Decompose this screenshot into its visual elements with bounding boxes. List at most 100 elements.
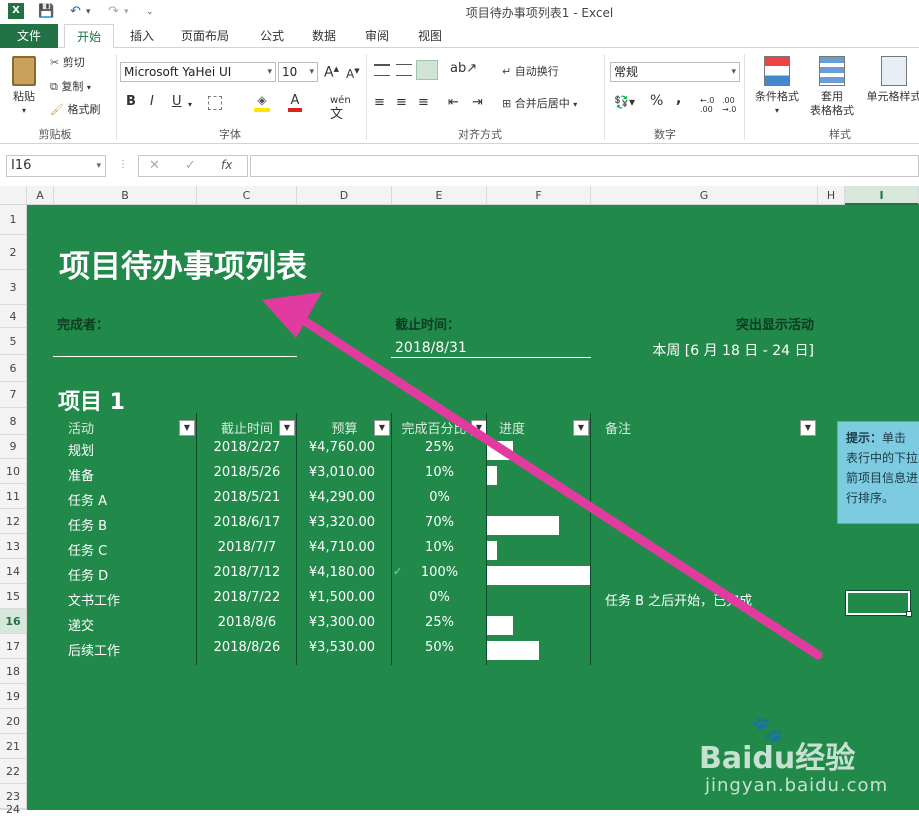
percent-complete-cell[interactable]: 50% xyxy=(392,640,487,655)
row-header[interactable]: 8 xyxy=(0,408,26,435)
row-header[interactable]: 10 xyxy=(0,459,26,484)
orientation-icon[interactable]: ab↗ xyxy=(450,62,477,76)
wrap-text-button[interactable]: ↵ 自动换行 xyxy=(502,65,559,79)
budget-cell[interactable]: ¥1,500.00 xyxy=(292,590,392,605)
tab-file[interactable]: 文件 xyxy=(0,24,58,48)
budget-cell[interactable]: ¥3,320.00 xyxy=(292,515,392,530)
increase-decimal-icon[interactable]: ←.0.00 xyxy=(700,96,714,114)
tab-insert[interactable]: 插入 xyxy=(120,24,164,48)
column-header[interactable]: H xyxy=(818,186,845,205)
due-date-cell[interactable]: 2018/6/17 xyxy=(197,515,297,530)
budget-cell[interactable]: ¥4,290.00 xyxy=(292,490,392,505)
tab-review[interactable]: 审阅 xyxy=(355,24,399,48)
select-all-corner[interactable] xyxy=(0,186,27,205)
name-box[interactable]: I16 ▾ xyxy=(6,155,106,177)
cut-button[interactable]: ✂ 剪切 xyxy=(50,56,85,70)
comma-button[interactable]: , xyxy=(676,92,681,106)
column-header[interactable]: A xyxy=(27,186,54,205)
column-header[interactable]: G xyxy=(591,186,818,205)
decrease-indent-icon[interactable]: ⇤ xyxy=(448,96,459,110)
decrease-decimal-icon[interactable]: .00 →.0 xyxy=(722,96,736,114)
column-header-selected[interactable]: I xyxy=(845,186,919,205)
row-header[interactable]: 12 xyxy=(0,509,26,534)
row-header[interactable]: 17 xyxy=(0,634,26,659)
percent-complete-cell[interactable]: 0% xyxy=(392,590,487,605)
percent-complete-cell[interactable]: 25% xyxy=(392,440,487,455)
paste-button[interactable]: 粘贴 ▾ xyxy=(8,54,40,120)
phonetic-icon[interactable]: wén 文 xyxy=(330,94,351,123)
tab-home[interactable]: 开始 xyxy=(64,24,114,49)
filter-dropdown-icon[interactable]: ▼ xyxy=(374,420,390,436)
format-painter-button[interactable]: 🖌 格式刷 xyxy=(50,103,100,117)
due-date-cell[interactable]: 2018/7/7 xyxy=(197,540,297,555)
font-color-icon[interactable]: A xyxy=(288,94,302,112)
percent-complete-cell[interactable]: 0% xyxy=(392,490,487,505)
number-format-combo[interactable]: 常规 ▾ xyxy=(610,62,740,82)
budget-cell[interactable]: ¥4,180.00 xyxy=(292,565,392,580)
due-date-cell[interactable]: 2018/7/22 xyxy=(197,590,297,605)
row-header[interactable]: 2 xyxy=(0,235,26,270)
activity-cell[interactable]: 任务 A xyxy=(68,490,107,509)
due-date-cell[interactable]: 2018/5/26 xyxy=(197,465,297,480)
row-header[interactable]: 9 xyxy=(0,435,26,459)
filter-dropdown-icon[interactable]: ▼ xyxy=(573,420,589,436)
percent-complete-cell[interactable]: 25% xyxy=(392,615,487,630)
row-header[interactable]: 18 xyxy=(0,659,26,684)
due-date-cell[interactable]: 2018/7/12 xyxy=(197,565,297,580)
font-size-combo[interactable]: 10 ▾ xyxy=(278,62,318,82)
align-center-icon[interactable]: ≡ xyxy=(396,96,407,110)
row-header[interactable]: 5 xyxy=(0,328,26,355)
align-left-icon[interactable]: ≡ xyxy=(374,96,385,110)
percent-complete-cell[interactable]: 10% xyxy=(392,540,487,555)
due-date-cell[interactable]: 2018/8/26 xyxy=(197,640,297,655)
row-header[interactable]: 11 xyxy=(0,484,26,509)
budget-cell[interactable]: ¥4,760.00 xyxy=(292,440,392,455)
row-header[interactable]: 13 xyxy=(0,534,26,559)
row-header[interactable]: 19 xyxy=(0,684,26,709)
font-name-combo[interactable]: Microsoft YaHei UI ▾ xyxy=(120,62,276,82)
row-header[interactable]: 14 xyxy=(0,559,26,584)
italic-button[interactable]: I xyxy=(150,95,154,109)
formula-input[interactable] xyxy=(250,155,919,177)
enter-icon[interactable]: ✓ xyxy=(185,158,196,173)
percent-complete-cell[interactable]: 100% xyxy=(392,565,487,580)
filter-dropdown-icon[interactable]: ▼ xyxy=(179,420,195,436)
accounting-format-icon[interactable]: 💱▾ xyxy=(614,95,635,109)
merge-center-button[interactable]: ⊞ 合并后居中 ▾ xyxy=(502,97,577,112)
row-header[interactable]: 6 xyxy=(0,355,26,382)
format-as-table-button[interactable]: 套用 表格格式 xyxy=(804,56,860,118)
activity-cell[interactable]: 规划 xyxy=(68,440,94,459)
column-header[interactable]: D xyxy=(297,186,392,205)
tab-data[interactable]: 数据 xyxy=(302,24,346,48)
activity-cell[interactable]: 文书工作 xyxy=(68,590,120,609)
cancel-icon[interactable]: ✕ xyxy=(149,158,160,173)
insert-function-icon[interactable]: fx xyxy=(221,158,232,172)
activity-cell[interactable]: 任务 B xyxy=(68,515,107,534)
row-header[interactable]: 3 xyxy=(0,270,26,305)
tab-view[interactable]: 视图 xyxy=(408,24,452,48)
selected-cell[interactable] xyxy=(845,590,911,616)
activity-cell[interactable]: 任务 D xyxy=(68,565,108,584)
due-date-cell[interactable]: 2018/8/6 xyxy=(197,615,297,630)
column-header[interactable]: B xyxy=(54,186,197,205)
grow-font-icon[interactable]: A▲ xyxy=(324,62,339,80)
budget-cell[interactable]: ¥3,010.00 xyxy=(292,465,392,480)
filter-dropdown-icon[interactable]: ▼ xyxy=(279,420,295,436)
align-top-icon[interactable] xyxy=(374,64,390,76)
align-bottom-icon[interactable] xyxy=(416,60,438,80)
percent-complete-cell[interactable]: 10% xyxy=(392,465,487,480)
row-header[interactable]: 7 xyxy=(0,382,26,408)
align-middle-icon[interactable] xyxy=(396,64,412,76)
budget-cell[interactable]: ¥3,300.00 xyxy=(292,615,392,630)
align-right-icon[interactable]: ≡ xyxy=(418,96,429,110)
activity-cell[interactable]: 任务 C xyxy=(68,540,107,559)
cell-styles-button[interactable]: 单元格样式 xyxy=(864,56,919,104)
row-header[interactable]: 20 xyxy=(0,709,26,734)
increase-indent-icon[interactable]: ⇥ xyxy=(472,96,483,110)
underline-dropdown-icon[interactable]: ▾ xyxy=(188,98,192,112)
filter-dropdown-icon[interactable]: ▼ xyxy=(471,420,487,436)
percent-complete-cell[interactable]: 70% xyxy=(392,515,487,530)
column-header[interactable]: E xyxy=(392,186,487,205)
row-header[interactable]: 15 xyxy=(0,584,26,609)
shrink-font-icon[interactable]: A▼ xyxy=(346,64,360,81)
